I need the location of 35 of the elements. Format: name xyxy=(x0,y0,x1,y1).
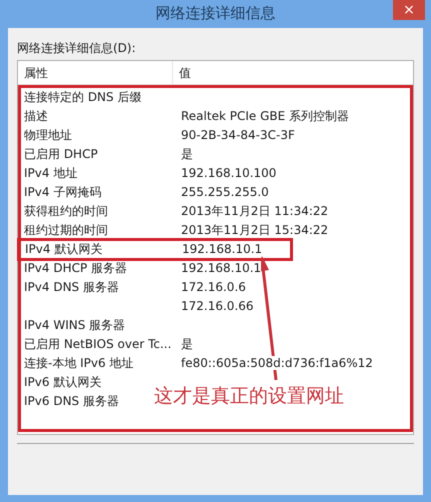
details-label: 网络连接详细信息(D): xyxy=(17,40,136,57)
property-cell: 描述 xyxy=(24,109,48,123)
window-title: 网络连接详细信息 xyxy=(156,3,276,24)
value-cell: 172.16.0.66 xyxy=(181,299,254,313)
property-cell: 租约过期的时间 xyxy=(24,223,108,237)
property-cell: IPv4 DNS 服务器 xyxy=(24,280,119,294)
property-cell: 连接特定的 DNS 后缀 xyxy=(24,90,142,104)
value-cell: 是 xyxy=(181,147,193,161)
property-cell: 已启用 NetBIOS over Tc... xyxy=(24,337,172,351)
property-cell: 获得租约的时间 xyxy=(24,204,108,218)
value-cell: 是 xyxy=(181,337,193,351)
value-cell: fe80::605a:508d:d736:f1a6%12 xyxy=(181,356,373,370)
value-cell: 172.16.0.6 xyxy=(181,280,246,294)
property-cell: 已启用 DHCP xyxy=(24,147,98,161)
value-cell: 192.168.10.1 xyxy=(182,242,262,256)
value-cell: 192.168.10.1 xyxy=(181,261,262,275)
value-cell: 192.168.10.100 xyxy=(181,166,276,180)
property-cell: 物理地址 xyxy=(24,128,72,142)
property-cell: IPv4 默认网关 xyxy=(25,242,102,256)
property-cell: IPv4 DHCP 服务器 xyxy=(24,261,128,275)
value-cell: Realtek PCIe GBE 系列控制器 xyxy=(181,109,349,123)
value-cell: 90-2B-34-84-3C-3F xyxy=(181,128,295,142)
value-cell: 2013年11月2日 15:34:22 xyxy=(181,223,328,237)
column-header[interactable]: 值 xyxy=(173,61,191,84)
property-cell: 连接-本地 IPv6 地址 xyxy=(24,356,134,370)
property-cell: IPv4 子网掩码 xyxy=(24,185,102,199)
property-cell: IPv6 DNS 服务器 xyxy=(24,394,119,408)
value-cell: 255.255.255.0 xyxy=(181,185,269,199)
property-cell: IPv6 默认网关 xyxy=(24,375,102,389)
annotation-text: 这才是真正的设置网址 xyxy=(154,384,344,409)
property-cell: IPv4 地址 xyxy=(24,166,78,180)
property-cell: IPv4 WINS 服务器 xyxy=(24,318,126,332)
column-header[interactable]: 属性 xyxy=(18,61,173,84)
close-button[interactable]: × xyxy=(393,0,425,20)
value-cell: 2013年11月2日 11:34:22 xyxy=(181,204,328,218)
